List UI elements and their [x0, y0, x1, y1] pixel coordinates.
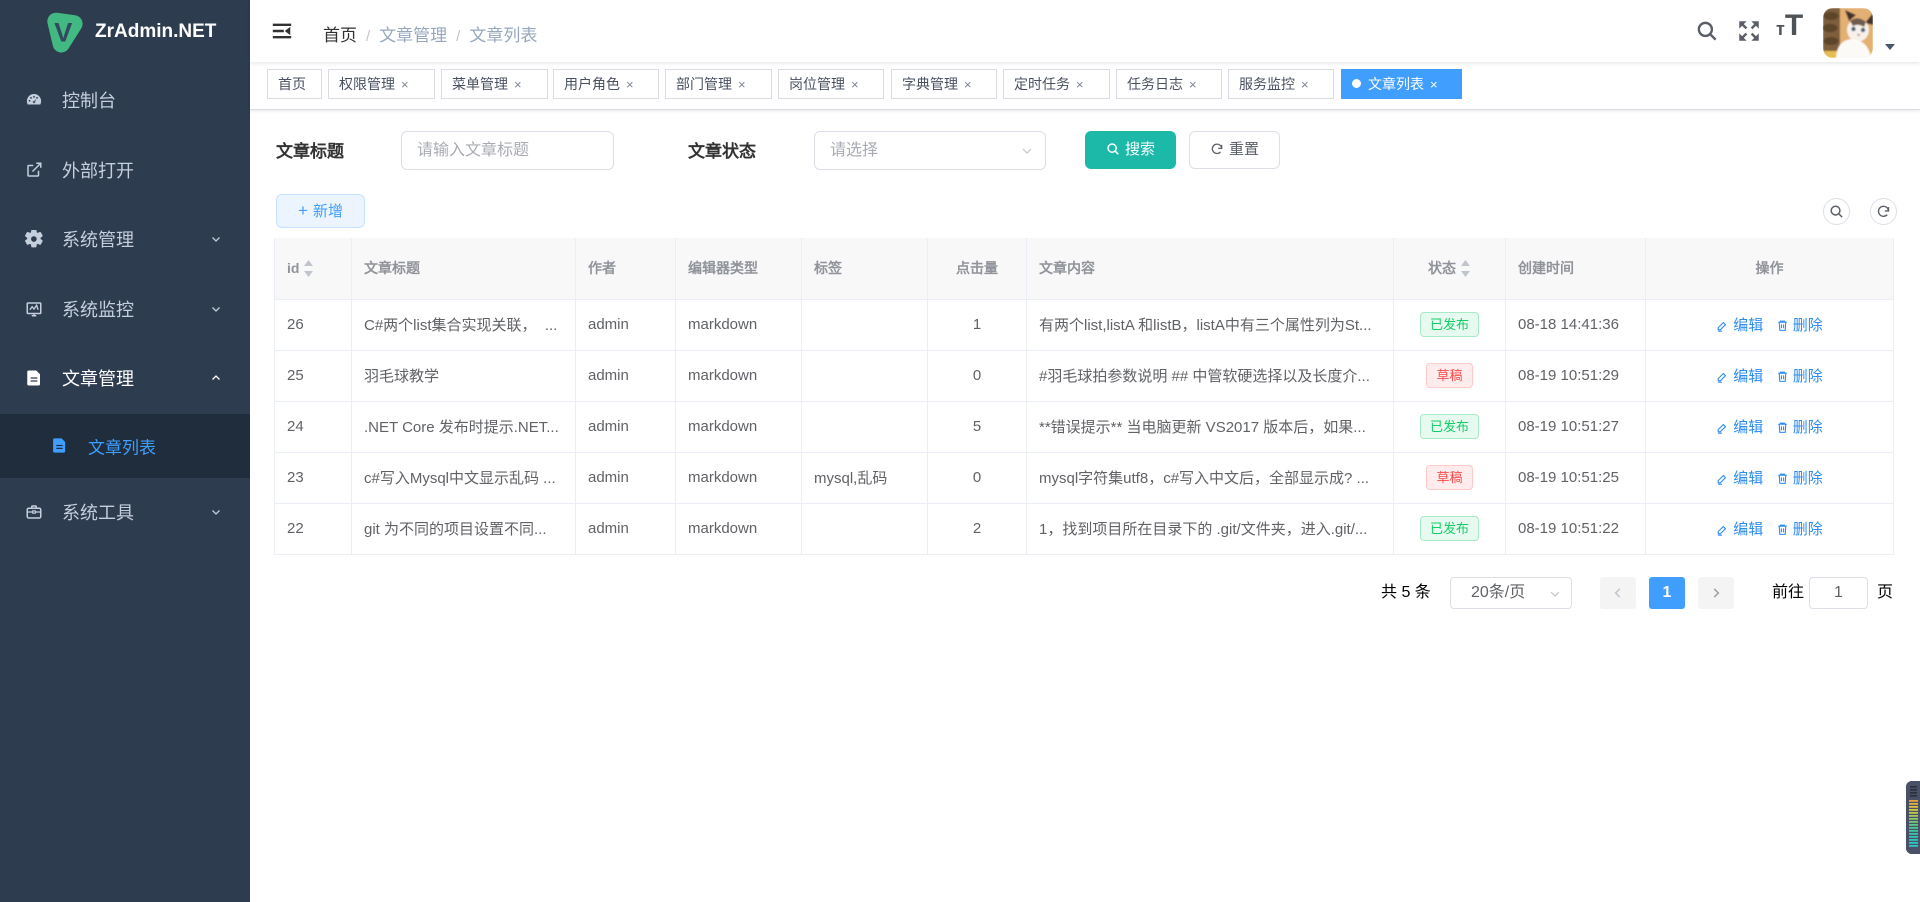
svg-text:V: V [54, 17, 72, 47]
